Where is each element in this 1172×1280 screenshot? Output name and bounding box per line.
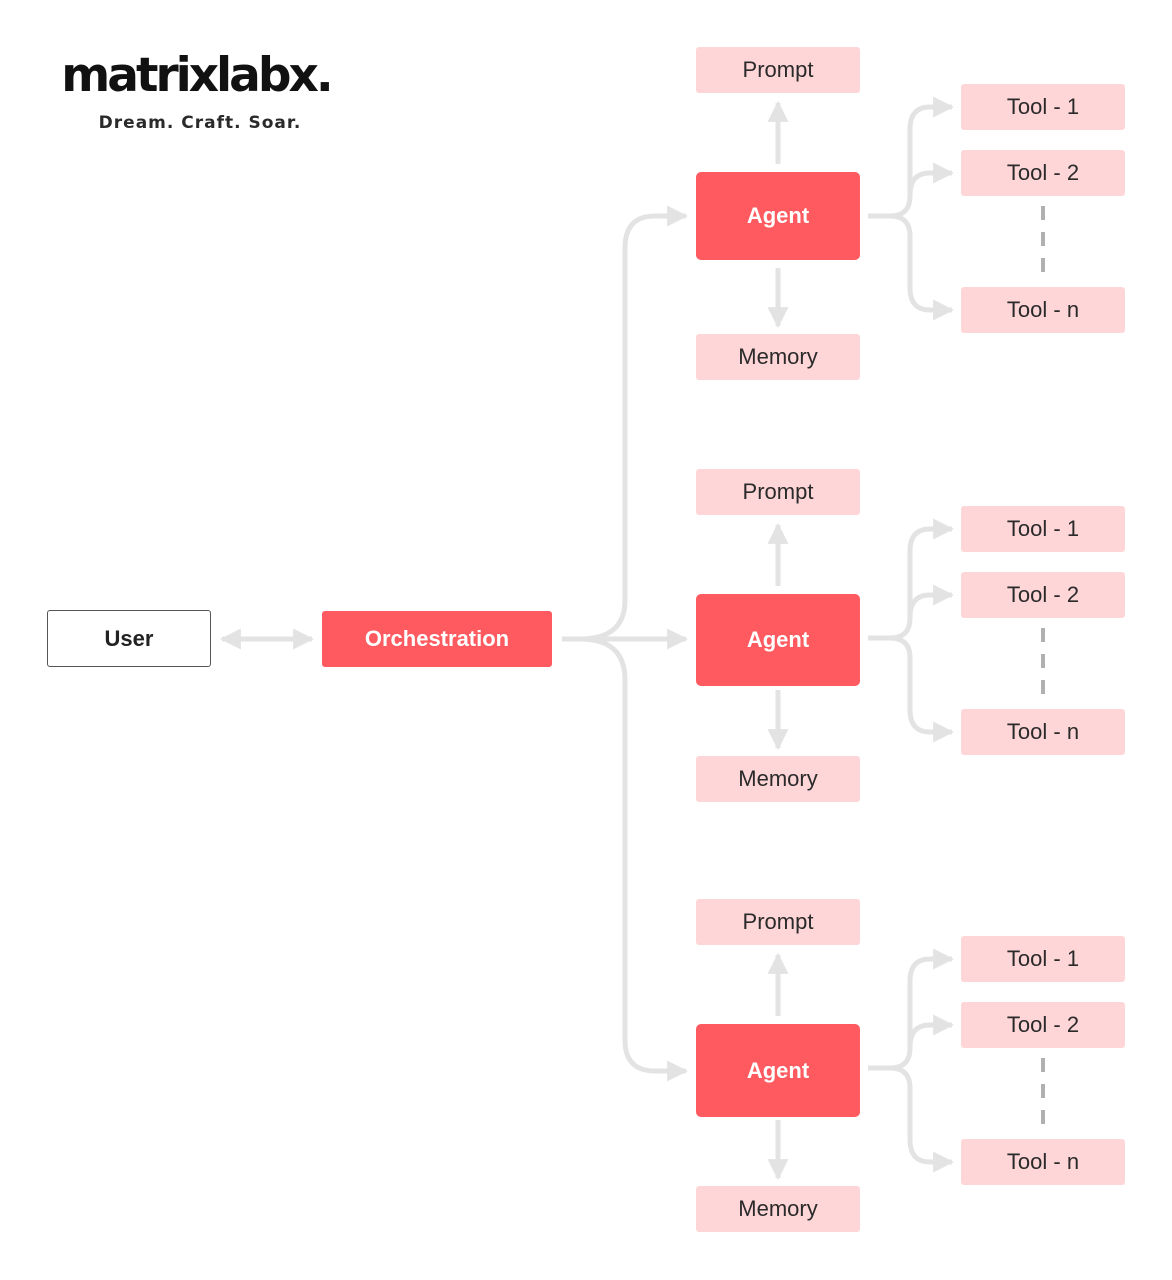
orchestration-node[interactable]: Orchestration: [322, 611, 552, 667]
memory-node[interactable]: Memory: [696, 1186, 860, 1232]
tool-node[interactable]: Tool - n: [961, 1139, 1125, 1185]
agent-node[interactable]: Agent: [696, 172, 860, 260]
prompt-node[interactable]: Prompt: [696, 899, 860, 945]
prompt-node[interactable]: Prompt: [696, 47, 860, 93]
tool-node[interactable]: Tool - 2: [961, 572, 1125, 618]
tool-node[interactable]: Tool - 1: [961, 936, 1125, 982]
agent-tooln-link: [889, 1065, 955, 1173]
user-node[interactable]: User: [47, 610, 211, 667]
agent-tool2-link: [907, 162, 955, 196]
tool-node[interactable]: Tool - n: [961, 287, 1125, 333]
tool-node[interactable]: Tool - 2: [961, 150, 1125, 196]
agent-tooln-link: [889, 213, 955, 321]
orchestration-branches: [562, 205, 689, 1082]
memory-node[interactable]: Memory: [696, 756, 860, 802]
prompt-node[interactable]: Prompt: [696, 469, 860, 515]
agent-tool2-link: [907, 1014, 955, 1048]
tool-node[interactable]: Tool - 2: [961, 1002, 1125, 1048]
agent-tool1-link: [868, 518, 955, 641]
branch-agent-1: [579, 205, 689, 642]
tool-node[interactable]: Tool - 1: [961, 506, 1125, 552]
tool-node[interactable]: Tool - 1: [961, 84, 1125, 130]
agent-tool2-link: [907, 584, 955, 618]
agent-tool1-link: [868, 96, 955, 219]
agent-tooln-link: [889, 635, 955, 743]
memory-node[interactable]: Memory: [696, 334, 860, 380]
agent-node[interactable]: Agent: [696, 1024, 860, 1117]
agent-node[interactable]: Agent: [696, 594, 860, 686]
tool-node[interactable]: Tool - n: [961, 709, 1125, 755]
branch-agent-3: [579, 636, 689, 1082]
agent-tool1-link: [868, 948, 955, 1071]
